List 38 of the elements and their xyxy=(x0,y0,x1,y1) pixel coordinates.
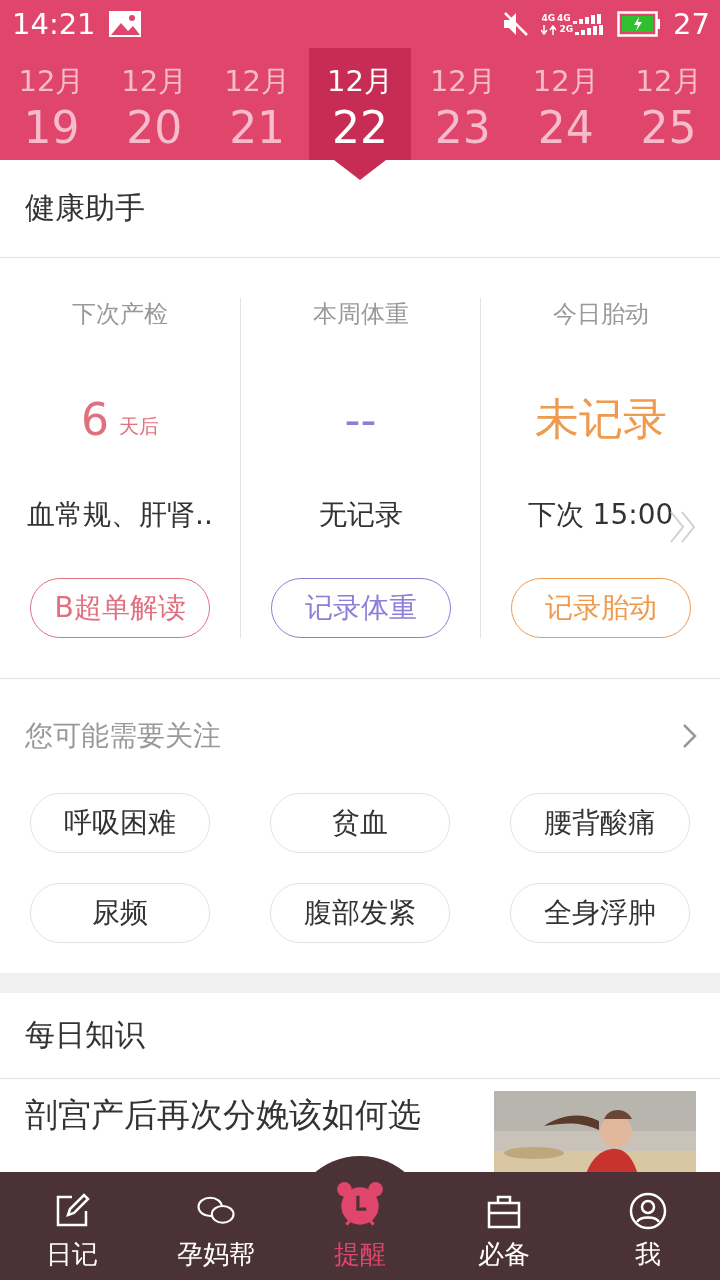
section-title: 每日知识 xyxy=(0,993,720,1079)
user-icon xyxy=(628,1191,668,1231)
pointer-icon xyxy=(334,160,386,180)
card-title: 今日胎动 xyxy=(552,299,649,330)
card-value: -- xyxy=(344,393,377,445)
symptom-tag[interactable]: 贫血 xyxy=(270,793,450,853)
card-value: 6 xyxy=(81,393,109,445)
data-arrows-icon xyxy=(541,24,558,35)
network-label: 4G xyxy=(541,13,556,24)
nav-tab[interactable]: 孕妈帮 xyxy=(144,1172,288,1280)
network-label: 4G xyxy=(557,13,571,24)
unit-label: 天后 xyxy=(119,412,159,440)
network-label: 2G xyxy=(559,24,574,35)
symptom-tag[interactable]: 呼吸困难 xyxy=(30,793,210,853)
chevron-right-icon[interactable] xyxy=(682,723,698,749)
symptom-tag[interactable]: 尿频 xyxy=(30,883,210,943)
battery-level: 27 xyxy=(673,7,710,41)
card-note: 下次 15:00 xyxy=(527,497,674,533)
card-value: 未记录 xyxy=(534,391,667,446)
card-note: 血常规、肝肾.. xyxy=(27,497,213,533)
section-title: 健康助手 xyxy=(0,160,720,258)
signal-icon xyxy=(575,24,606,35)
image-icon xyxy=(107,10,142,38)
nav-tab[interactable]: 我 xyxy=(576,1172,720,1280)
signal-icon xyxy=(572,13,603,24)
battery-charging-icon xyxy=(617,11,662,37)
section-title: 您可能需要关注 xyxy=(25,718,222,754)
symptom-tag[interactable]: 腰背酸痛 xyxy=(510,793,690,853)
mute-icon xyxy=(501,10,530,38)
card-title: 本周体重 xyxy=(312,299,409,330)
nav-tab[interactable]: 必备 xyxy=(432,1172,576,1280)
symptom-tag[interactable]: 腹部发紧 xyxy=(270,883,450,943)
nav-tab[interactable]: 日记 xyxy=(0,1172,144,1280)
clock-time: 14:21 xyxy=(12,7,96,41)
article-title[interactable]: 剖宫产后再次分娩该如何选 xyxy=(25,1095,474,1135)
card-title: 下次产检 xyxy=(72,299,168,330)
symptom-tag[interactable]: 全身浮肿 xyxy=(510,883,690,943)
card-note: 无记录 xyxy=(318,497,403,533)
